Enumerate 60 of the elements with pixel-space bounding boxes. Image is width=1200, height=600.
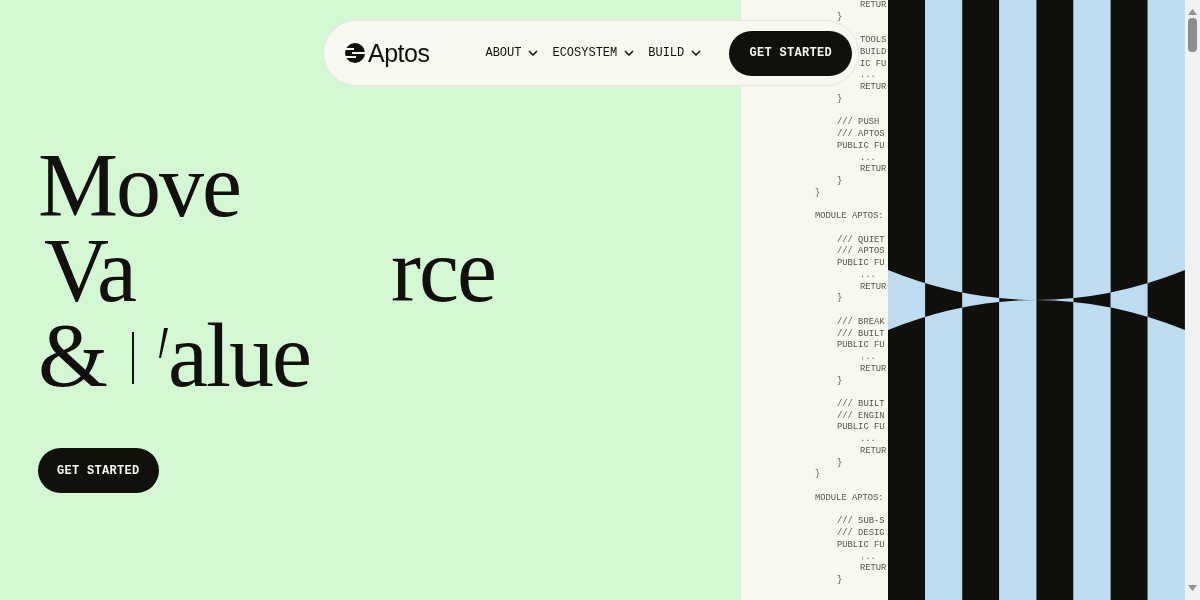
code-line: }	[837, 575, 843, 585]
code-line: /// QUIET	[837, 234, 885, 245]
code-line: PUBLIC FU	[837, 258, 885, 269]
code-line: BUILD	[860, 46, 887, 57]
code-line: ...	[860, 434, 876, 445]
headline-text: alue	[168, 313, 310, 398]
caret-icon	[691, 50, 702, 56]
logo-text: Aptos	[368, 38, 430, 68]
headline-text: Move	[38, 143, 240, 228]
code-line: /// ENGIN	[837, 410, 885, 421]
headline-text: &	[38, 313, 106, 398]
code-line: ...	[860, 269, 876, 280]
code-line: }	[837, 93, 843, 104]
nav-menu-item[interactable]: ABOUT	[481, 46, 543, 60]
headline-text: Va	[44, 228, 135, 313]
text-cursor	[132, 332, 134, 384]
code-line: IC FU	[860, 58, 887, 69]
code-line: }	[837, 375, 843, 386]
code-line: /// APTOS	[837, 129, 885, 140]
code-line: RETUR	[860, 0, 887, 10]
code-line: }	[837, 176, 843, 186]
code-line: PUBLIC FU	[837, 140, 885, 151]
get-started-button[interactable]: GET STARTED	[729, 30, 852, 76]
code-line: }	[837, 11, 843, 22]
caret-icon	[624, 50, 635, 56]
code-line: RETUR	[860, 164, 887, 175]
code-line: ...	[860, 551, 876, 562]
code-line: ...	[860, 70, 876, 81]
letter-fragment-drawing	[158, 328, 168, 358]
code-line: RETUR	[860, 363, 887, 374]
code-line: PUBLIC FU	[837, 539, 885, 550]
code-line: RETUR	[860, 281, 887, 292]
code-line: /// BUILT	[837, 398, 885, 409]
code-line: ...	[860, 352, 876, 363]
code-line: PUBLIC FU	[837, 340, 885, 351]
code-line: /// BREAK	[837, 316, 885, 327]
code-line: }	[837, 293, 843, 304]
code-line: /// DESIG	[837, 528, 885, 539]
code-line: MODULE APTOS:	[815, 211, 884, 222]
code-line: }	[837, 457, 843, 468]
get-started-button[interactable]: GET STARTED	[38, 448, 159, 493]
code-line: PUBLIC FU	[837, 422, 885, 433]
code-line: /// PUSH	[837, 117, 880, 128]
caret-icon	[528, 50, 539, 56]
code-line: /// SUB-S	[837, 516, 885, 527]
nav-menu-item[interactable]: ECOSYSTEM	[548, 46, 639, 60]
code-line: MODULE APTOS:	[815, 492, 884, 503]
code-line: ...	[860, 152, 876, 163]
headline-text: rce	[390, 228, 495, 313]
code-line: RETUR	[860, 82, 887, 93]
code-line: RETUR	[860, 445, 887, 456]
code-line: TOOLS	[860, 35, 887, 46]
logo-icon	[344, 42, 366, 64]
nav-menu-item[interactable]: BUILD	[644, 46, 706, 60]
code-line: }	[815, 187, 821, 198]
scrollbar[interactable]	[1185, 0, 1200, 600]
code-line: }	[815, 469, 821, 480]
code-line: /// BUILT	[837, 328, 885, 339]
code-line: /// APTOS	[837, 246, 885, 257]
code-line: RETUR	[860, 563, 887, 574]
